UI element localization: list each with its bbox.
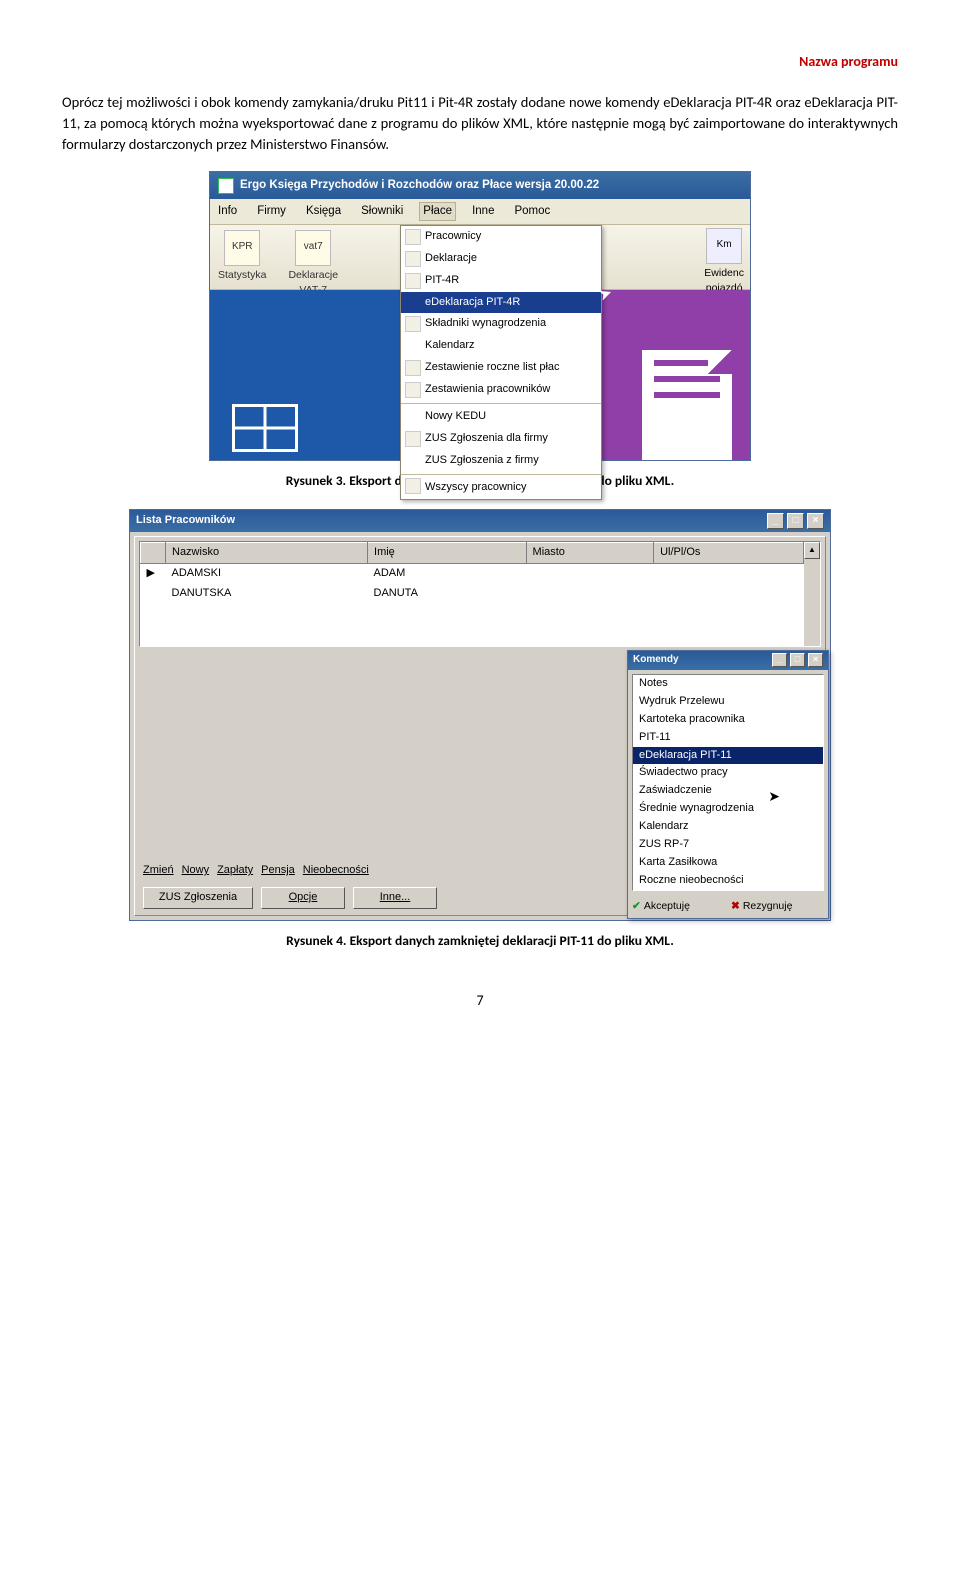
win2-titlebar: Lista Pracowników _ □ × (130, 510, 830, 532)
building-icon (405, 431, 421, 447)
close-icon[interactable]: × (808, 653, 823, 667)
dd-zus-dla[interactable]: ZUS Zgłoszenia dla firmy (401, 428, 601, 450)
dd-wszyscy[interactable]: Wszyscy pracownicy (401, 474, 601, 499)
btn-opcje[interactable]: Opcje (261, 887, 345, 909)
dd-pit4r[interactable]: PIT-4R (401, 270, 601, 292)
document-icon (642, 350, 732, 460)
komendy-titlebar: Komendy _ □ × (628, 651, 828, 670)
close-icon[interactable]: × (807, 513, 824, 529)
col-ulplos[interactable]: Ul/Pl/Os (654, 543, 804, 564)
menu-pomoc[interactable]: Pomoc (510, 202, 554, 221)
dd-nowy-kedu[interactable]: Nowy KEDU (401, 403, 601, 428)
header-program-name: Nazwa programu (62, 52, 898, 72)
table-row[interactable]: ▶ ADAMSKI ADAM (141, 564, 804, 584)
list-item-selected[interactable]: eDeklaracja PIT-11 (633, 747, 823, 765)
row-marker-icon: ▶ (147, 566, 157, 582)
screenshot-1-window: Ergo Księga Przychodów i Rozchodów oraz … (209, 171, 751, 460)
win2-title: Lista Pracowników (136, 513, 235, 529)
list-item[interactable]: Roczne nieobecności (633, 872, 823, 890)
btn-zus[interactable]: ZUS Zgłoszenia (143, 887, 253, 909)
list-item[interactable]: Średnie wynagrodzenia (633, 800, 823, 818)
car-icon: Km (706, 228, 742, 264)
btn-akceptuje[interactable]: ✔Akceptuję (632, 899, 725, 914)
list-icon (405, 360, 421, 376)
btn-nowy[interactable]: Nowy (182, 863, 210, 879)
win1-toolbar: KPR Statystyka vat7 Deklaracje VAT-7 Pra… (210, 225, 750, 290)
komendy-window: Komendy _ □ × Notes Wydruk Przelewu Kart… (627, 650, 829, 919)
menu-info[interactable]: Info (214, 202, 241, 221)
btn-zmien[interactable]: Zmień (143, 863, 174, 879)
grid-icon (232, 404, 298, 452)
table-row[interactable]: DANUTSKA DANUTA (141, 584, 804, 604)
screenshot-2-window: Lista Pracowników _ □ × Nazwisko Imię Mi… (129, 509, 831, 921)
employee-grid[interactable]: Nazwisko Imię Miasto Ul/Pl/Os ▶ ADAMSKI … (139, 541, 821, 647)
komendy-list[interactable]: Notes Wydruk Przelewu Kartoteka pracowni… (632, 674, 824, 891)
cursor-icon: ➤ (768, 786, 780, 806)
dd-zus-z[interactable]: ZUS Zgłoszenia z firmy (401, 450, 601, 472)
vat-icon: vat7 (295, 230, 331, 266)
minimize-icon[interactable]: _ (767, 513, 784, 529)
col-nazwisko[interactable]: Nazwisko (166, 543, 368, 564)
col-miasto[interactable]: Miasto (526, 543, 654, 564)
dd-deklaracje[interactable]: Deklaracje (401, 248, 601, 270)
people-icon (405, 478, 421, 494)
list-item[interactable]: PIT-11 (633, 729, 823, 747)
maximize-icon[interactable]: □ (790, 653, 805, 667)
list-icon (405, 382, 421, 398)
win2-inner: Nazwisko Imię Miasto Ul/Pl/Os ▶ ADAMSKI … (134, 536, 826, 916)
win1-menubar[interactable]: Info Firmy Księga Słowniki Płace Inne Po… (210, 199, 750, 225)
tb-statystyka[interactable]: KPR Statystyka (214, 228, 270, 285)
doc-icon (405, 273, 421, 289)
menu-slowniki[interactable]: Słowniki (357, 202, 407, 221)
scroll-up-icon[interactable]: ▲ (804, 542, 820, 559)
btn-pensja[interactable]: Pensja (261, 863, 295, 879)
list-item[interactable]: Wydruk Przelewu (633, 693, 823, 711)
btn-zaplaty[interactable]: Zapłaty (217, 863, 253, 879)
fig2-caption: Rysunek 4. Eksport danych zamkniętej dek… (62, 931, 898, 951)
menu-firmy[interactable]: Firmy (253, 202, 290, 221)
app-icon (218, 178, 234, 194)
list-item[interactable]: Karta Zasiłkowa (633, 854, 823, 872)
list-item[interactable]: Kartoteka pracownika (633, 711, 823, 729)
dd-zestawienia-prac[interactable]: Zestawienia pracowników (401, 379, 601, 401)
x-icon: ✖ (731, 900, 740, 912)
komendy-title: Komendy (633, 653, 679, 668)
page-number: 7 (62, 991, 898, 1011)
btn-nieobecnosci[interactable]: Nieobecności (303, 863, 391, 879)
menu-ksiega[interactable]: Księga (302, 202, 345, 221)
dd-kalendarz[interactable]: Kalendarz (401, 335, 601, 357)
list-item[interactable]: Świadectwo pracy (633, 764, 823, 782)
tb-statystyka-label: Statystyka (218, 268, 266, 283)
col-imie[interactable]: Imię (368, 543, 527, 564)
check-icon: ✔ (632, 900, 641, 912)
list-item[interactable]: Zaświadczenie (633, 782, 823, 800)
btn-rezygnuje[interactable]: ✖Rezygnuję (731, 899, 824, 914)
list-item[interactable]: ZUS RP-7 (633, 836, 823, 854)
btn-inne[interactable]: Inne... (353, 887, 437, 909)
win1-titlebar: Ergo Księga Przychodów i Rozchodów oraz … (210, 172, 750, 199)
list-item[interactable]: Notes (633, 675, 823, 693)
place-dropdown[interactable]: Pracownicy Deklaracje PIT-4R eDeklaracja… (400, 225, 602, 500)
minimize-icon[interactable]: _ (772, 653, 787, 667)
maximize-icon[interactable]: □ (787, 513, 804, 529)
people-icon (405, 229, 421, 245)
dd-skladniki[interactable]: Składniki wynagrodzenia (401, 313, 601, 335)
tb-ewidencja[interactable]: Km Ewidenc pojazdó (704, 228, 744, 296)
doc-icon (405, 251, 421, 267)
scrollbar[interactable]: ▲ (804, 542, 820, 646)
dd-edeklaracja-pit4r[interactable]: eDeklaracja PIT-4R (401, 292, 601, 314)
dd-pracownicy[interactable]: Pracownicy (401, 226, 601, 248)
menu-place[interactable]: Płace (419, 202, 456, 221)
list-item[interactable]: Kalendarz (633, 818, 823, 836)
menu-inne[interactable]: Inne (468, 202, 498, 221)
chart-icon: KPR (224, 230, 260, 266)
list-icon (405, 316, 421, 332)
dd-zestawienie-roczne[interactable]: Zestawienie roczne list płac (401, 357, 601, 379)
win1-title: Ergo Księga Przychodów i Rozchodów oraz … (240, 177, 599, 194)
intro-paragraph: Oprócz tej możliwości i obok komendy zam… (62, 92, 898, 155)
